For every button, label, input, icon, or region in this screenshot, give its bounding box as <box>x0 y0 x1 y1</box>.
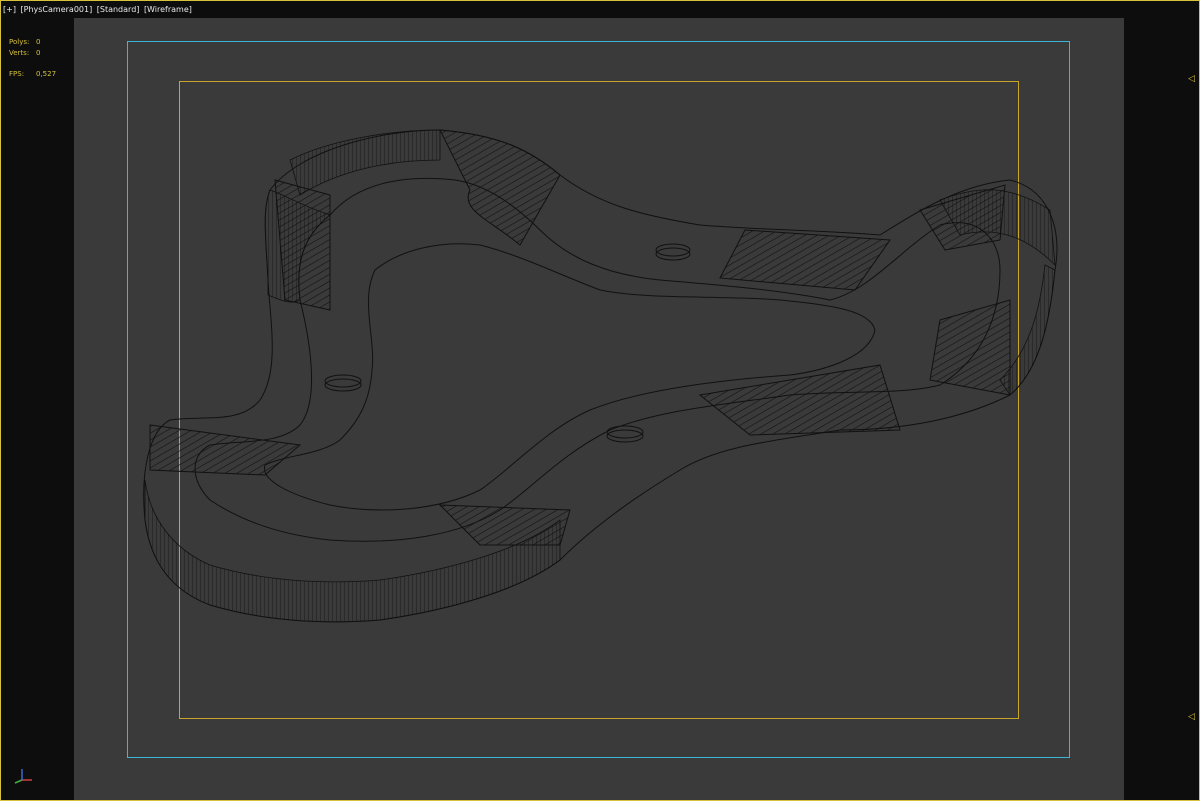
axis-tripod-icon <box>14 769 32 784</box>
arrow-left-icon[interactable]: ◁ <box>1188 74 1195 84</box>
wireframe-model[interactable] <box>0 0 1200 801</box>
arrow-left-icon[interactable]: ◁ <box>1188 712 1195 722</box>
